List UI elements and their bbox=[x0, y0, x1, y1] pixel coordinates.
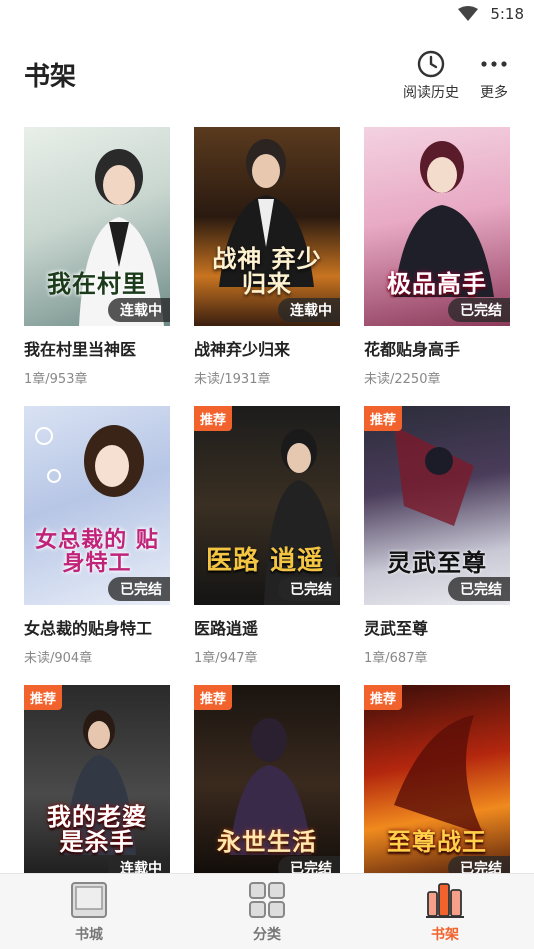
bottom-nav: 书城 分类 书架 bbox=[0, 873, 534, 949]
recommend-badge: 推荐 bbox=[194, 406, 233, 431]
cover-title: 灵武至尊 bbox=[387, 547, 487, 577]
book-card[interactable]: 女总裁的 贴身特工 已完结 女总裁的贴身特工 未读/904章 bbox=[24, 406, 170, 666]
category-grid-icon bbox=[248, 880, 286, 920]
book-card[interactable]: 灵武至尊 推荐 已完结 灵武至尊 1章/687章 bbox=[364, 406, 510, 666]
book-title: 医路逍遥 bbox=[194, 619, 259, 638]
cover-title: 医路 逍遥 bbox=[206, 545, 325, 576]
bookshelf-icon bbox=[425, 880, 465, 920]
reading-history-button[interactable]: 阅读历史 bbox=[400, 48, 462, 102]
book-card[interactable]: 极品高手 已完结 花都贴身高手 未读/2250章 bbox=[364, 127, 510, 387]
status-time: 5:18 bbox=[490, 5, 524, 23]
cover-title: 我在村里 bbox=[47, 268, 147, 298]
book-progress: 1章/947章 bbox=[194, 651, 258, 666]
status-badge: 连载中 bbox=[278, 298, 340, 322]
book-card[interactable]: 战神 弃少归来 连载中 战神弃少归来 未读/1931章 bbox=[194, 127, 340, 387]
nav-item-category[interactable]: 分类 bbox=[178, 874, 356, 949]
nav-item-bookshelf[interactable]: 书架 bbox=[356, 874, 534, 949]
header: 书架 阅读历史 更多 bbox=[0, 44, 534, 108]
book-progress: 未读/1931章 bbox=[194, 372, 271, 387]
bookstore-icon bbox=[70, 880, 108, 920]
recommend-badge: 推荐 bbox=[364, 406, 403, 431]
more-button[interactable]: 更多 bbox=[472, 48, 516, 102]
book-cover[interactable]: 战神 弃少归来 连载中 bbox=[194, 127, 340, 326]
cover-title: 极品高手 bbox=[387, 268, 487, 298]
status-badge: 已完结 bbox=[108, 577, 170, 601]
clock-icon bbox=[416, 48, 446, 80]
book-progress: 1章/953章 bbox=[24, 372, 88, 387]
book-title: 花都贴身高手 bbox=[364, 340, 461, 359]
category-label: 分类 bbox=[253, 927, 281, 943]
recommend-badge: 推荐 bbox=[24, 685, 63, 710]
book-cover[interactable]: 医路 逍遥 推荐 已完结 bbox=[194, 406, 340, 605]
cover-title: 女总裁的 贴身特工 bbox=[35, 526, 159, 576]
reading-history-label: 阅读历史 bbox=[403, 85, 459, 101]
book-title: 女总裁的贴身特工 bbox=[24, 619, 153, 638]
more-dots-icon bbox=[480, 48, 508, 80]
book-cover[interactable]: 至尊战王 推荐 已完结 bbox=[364, 685, 510, 884]
cover-title: 战神 弃少归来 bbox=[212, 243, 322, 298]
wifi-icon bbox=[458, 6, 479, 22]
book-cover[interactable]: 女总裁的 贴身特工 已完结 bbox=[24, 406, 170, 605]
bookshelf-grid: 我在村里 连载中 我在村里当神医 1章/953章 战神 弃少归来 连载中 战神弃… bbox=[24, 127, 510, 942]
recommend-badge: 推荐 bbox=[194, 685, 233, 710]
book-title: 战神弃少归来 bbox=[194, 340, 291, 359]
book-card[interactable]: 医路 逍遥 推荐 已完结 医路逍遥 1章/947章 bbox=[194, 406, 340, 666]
cover-title: 至尊战王 bbox=[387, 826, 487, 856]
book-progress: 未读/2250章 bbox=[364, 372, 441, 387]
book-cover[interactable]: 我在村里 连载中 bbox=[24, 127, 170, 326]
book-progress: 1章/687章 bbox=[364, 651, 428, 666]
book-title: 我在村里当神医 bbox=[24, 340, 137, 359]
book-card[interactable]: 我在村里 连载中 我在村里当神医 1章/953章 bbox=[24, 127, 170, 387]
page-title: 书架 bbox=[24, 62, 77, 92]
cover-title: 永世生活 bbox=[217, 826, 317, 856]
status-badge: 已完结 bbox=[278, 577, 340, 601]
more-label: 更多 bbox=[480, 85, 508, 101]
book-title: 灵武至尊 bbox=[364, 619, 429, 638]
status-badge: 已完结 bbox=[448, 298, 510, 322]
status-badge: 已完结 bbox=[448, 577, 510, 601]
status-badge: 连载中 bbox=[108, 298, 170, 322]
bookstore-label: 书城 bbox=[75, 927, 103, 943]
status-bar: 5:18 bbox=[0, 0, 534, 28]
book-progress: 未读/904章 bbox=[24, 651, 93, 666]
book-cover[interactable]: 极品高手 已完结 bbox=[364, 127, 510, 326]
bookshelf-label: 书架 bbox=[431, 927, 459, 943]
nav-item-bookstore[interactable]: 书城 bbox=[0, 874, 178, 949]
book-cover[interactable]: 我的老婆 是杀手 推荐 连载中 bbox=[24, 685, 170, 884]
book-cover[interactable]: 灵武至尊 推荐 已完结 bbox=[364, 406, 510, 605]
book-cover[interactable]: 永世生活 推荐 已完结 bbox=[194, 685, 340, 884]
cover-title: 我的老婆 是杀手 bbox=[47, 801, 147, 856]
recommend-badge: 推荐 bbox=[364, 685, 403, 710]
